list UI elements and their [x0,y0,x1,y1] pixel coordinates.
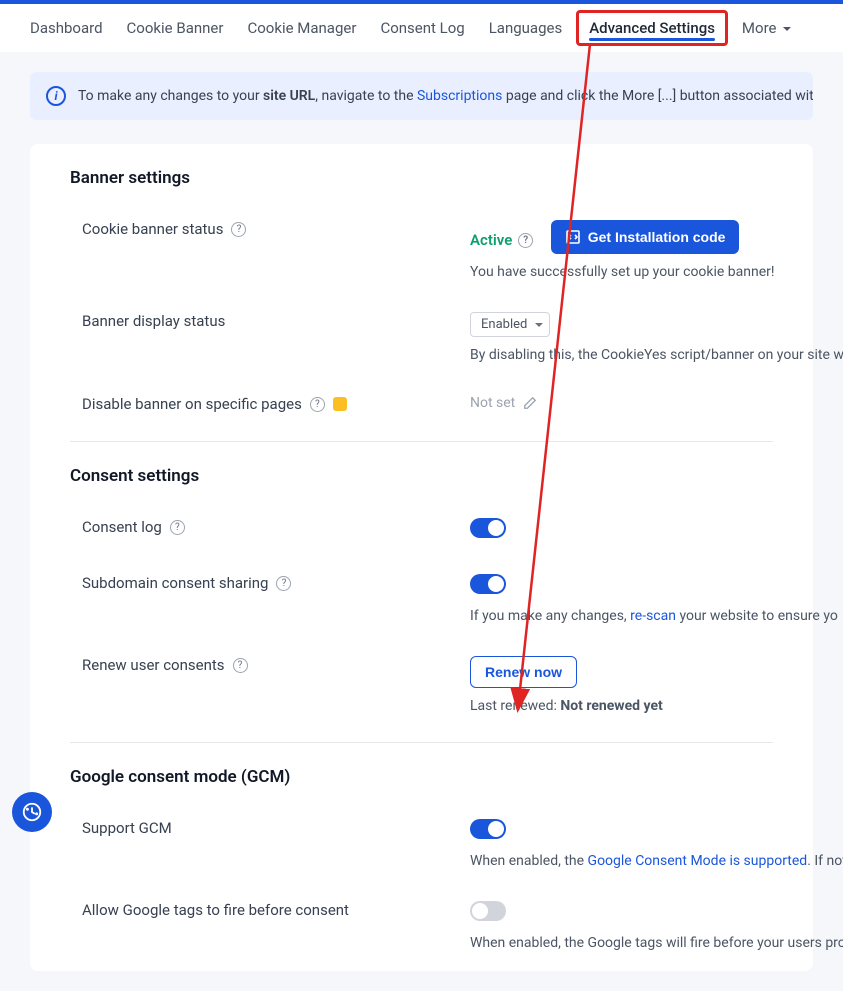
disable-pages-value: Not set [470,395,537,411]
consent-log-toggle[interactable] [470,518,506,538]
subscriptions-link[interactable]: Subscriptions [417,88,502,104]
tab-advanced-settings-label: Advanced Settings [589,19,715,37]
tab-languages[interactable]: Languages [489,7,563,49]
banner-display-row: Banner display status Enabled By disabli… [70,300,773,383]
subdomain-toggle[interactable] [470,574,506,594]
gcm-allow-tags-label: Allow Google tags to fire before consent [82,901,349,919]
chevron-down-icon [783,27,791,31]
tab-cookie-manager[interactable]: Cookie Manager [247,7,356,49]
disable-pages-row: Disable banner on specific pages ? Not s… [70,383,773,433]
premium-icon [333,397,347,411]
main-nav: Dashboard Cookie Banner Cookie Manager C… [0,4,843,52]
disable-pages-label: Disable banner on specific pages [82,395,302,413]
consent-settings-title: Consent settings [70,466,773,486]
cookie-badge-button[interactable] [12,792,52,832]
tab-more-label: More [742,19,777,37]
consent-log-label: Consent log [82,518,162,536]
gcm-title: Google consent mode (GCM) [70,767,773,787]
rescan-link[interactable]: re-scan [630,608,676,624]
help-icon[interactable]: ? [310,397,325,412]
cookie-banner-status-row: Cookie banner status ? Active ? Get Inst… [70,208,773,300]
gcm-docs-link[interactable]: Google Consent Mode is supported [588,853,808,869]
renew-now-button[interactable]: Renew now [470,656,577,688]
cookie-banner-status-label: Cookie banner status [82,220,223,238]
settings-card: Banner settings Cookie banner status ? A… [30,144,813,971]
info-banner: i To make any changes to your site URL, … [30,72,813,120]
edit-icon[interactable] [523,396,537,410]
chevron-down-icon [535,323,543,327]
tab-more[interactable]: More [742,7,791,49]
banner-settings-title: Banner settings [70,168,773,188]
help-icon[interactable]: ? [233,658,248,673]
cookie-icon [21,801,43,823]
get-installation-code-button[interactable]: Get Installation code [551,220,740,254]
gcm-support-row: Support GCM When enabled, the Google Con… [70,807,773,889]
gcm-allow-tags-row: Allow Google tags to fire before consent… [70,889,773,971]
gcm-support-subtitle: When enabled, the Google Consent Mode is… [470,853,843,869]
section-divider [70,742,773,743]
info-icon: i [46,86,66,106]
renew-label: Renew user consents [82,656,225,674]
help-icon[interactable]: ? [231,222,246,237]
renew-row: Renew user consents ? Renew now Last ren… [70,644,773,734]
banner-display-label: Banner display status [82,312,225,330]
gcm-allow-tags-toggle[interactable] [470,901,506,921]
renew-subtitle: Last renewed: Not renewed yet [470,698,773,714]
code-icon [565,229,581,245]
tab-consent-log[interactable]: Consent Log [380,7,464,49]
help-icon[interactable]: ? [170,520,185,535]
tab-advanced-settings[interactable]: Advanced Settings [576,10,728,46]
gcm-allow-tags-subtitle: When enabled, the Google tags will fire … [470,935,843,951]
help-icon[interactable]: ? [276,576,291,591]
subdomain-label: Subdomain consent sharing [82,574,268,592]
info-banner-text: To make any changes to your site URL, na… [78,88,813,104]
banner-display-subtitle: By disabling this, the CookieYes script/… [470,347,843,363]
tab-dashboard[interactable]: Dashboard [30,7,103,49]
help-icon[interactable]: ? [518,233,533,248]
gcm-support-toggle[interactable] [470,819,506,839]
gcm-support-label: Support GCM [82,819,172,837]
tab-cookie-banner[interactable]: Cookie Banner [127,7,224,49]
section-divider [70,441,773,442]
subdomain-row: Subdomain consent sharing ? If you make … [70,562,773,644]
banner-display-select[interactable]: Enabled [470,312,550,337]
content-area: i To make any changes to your site URL, … [0,52,843,991]
subdomain-subtitle: If you make any changes, re-scan your we… [470,608,838,624]
consent-log-row: Consent log ? [70,506,773,562]
active-tab-underline [589,38,715,41]
status-active: Active ? [470,231,533,249]
banner-status-subtitle: You have successfully set up your cookie… [470,264,775,280]
